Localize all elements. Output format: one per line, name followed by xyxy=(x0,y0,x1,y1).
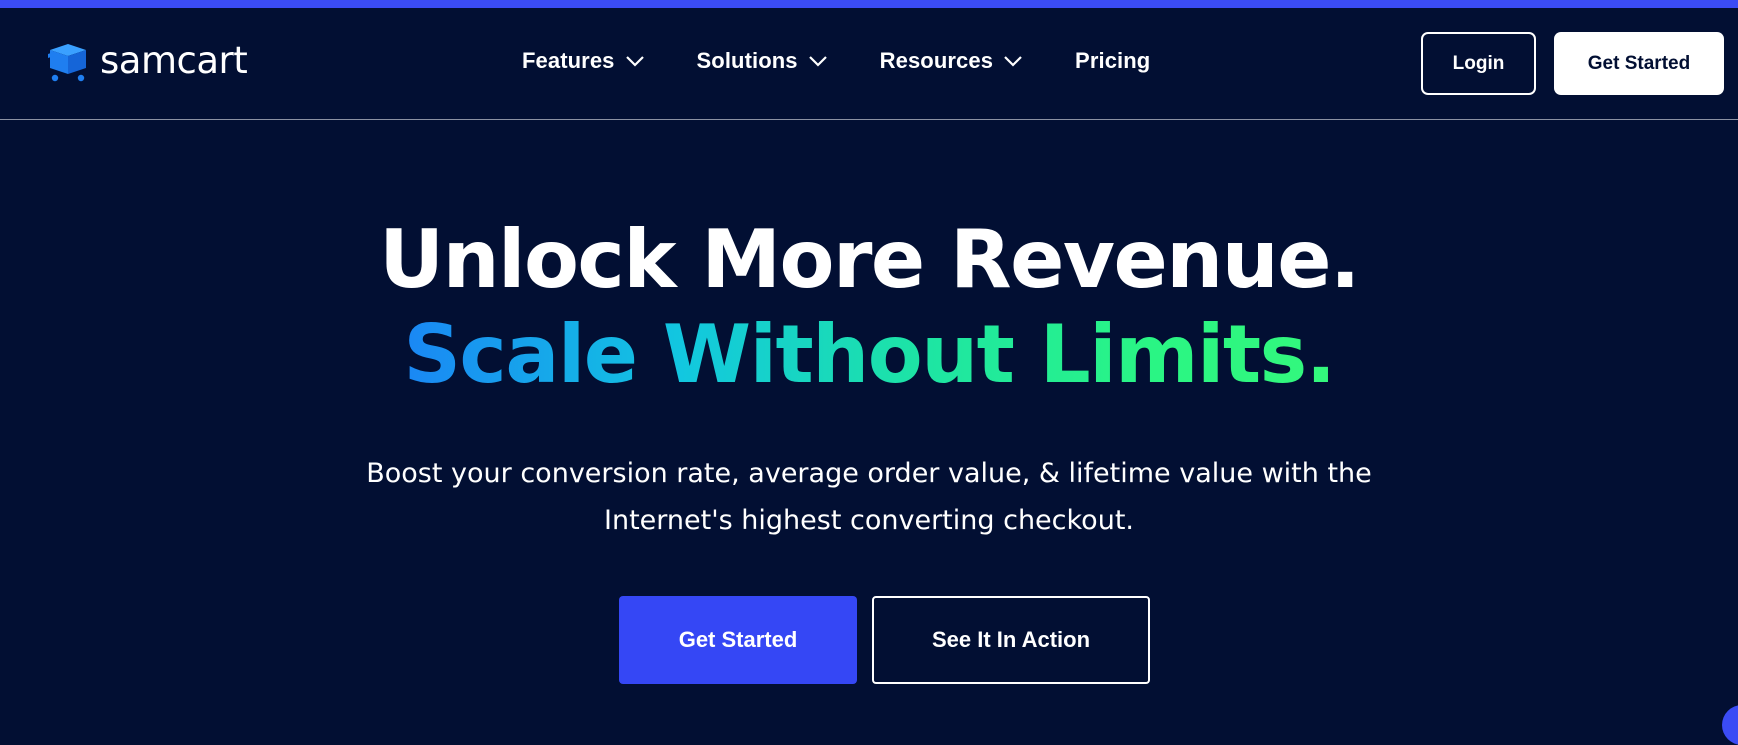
hero-headline-secondary-wrap: Scale Without Limits. xyxy=(0,315,1738,395)
hero-headline-primary: Unlock More Revenue. xyxy=(379,213,1360,306)
login-button[interactable]: Login xyxy=(1421,32,1536,95)
hero-get-started-button[interactable]: Get Started xyxy=(619,596,857,684)
nav-label-pricing: Pricing xyxy=(1075,48,1151,73)
chevron-down-icon xyxy=(808,55,828,67)
nav-item-resources[interactable]: Resources xyxy=(880,48,1023,74)
main-nav: Features Solutions Resources Pricing xyxy=(522,48,1150,74)
nav-get-started-button[interactable]: Get Started xyxy=(1554,32,1724,95)
nav-item-features[interactable]: Features xyxy=(522,48,645,74)
nav-label-solutions: Solutions xyxy=(696,48,798,73)
hero-subtext: Boost your conversion rate, average orde… xyxy=(366,458,1372,536)
nav-label-features: Features xyxy=(522,48,615,73)
chevron-down-icon xyxy=(625,55,645,67)
samcart-logo[interactable]: samcart xyxy=(46,38,248,84)
hero-headline-gradient: Scale Without Limits. xyxy=(399,315,1338,395)
top-accent-stripe xyxy=(0,0,1738,8)
top-navbar: samcart Features Solutions Resources Pri… xyxy=(0,8,1738,120)
chat-widget-button[interactable] xyxy=(1722,705,1738,745)
brand-name: samcart xyxy=(100,38,248,82)
cart-box-icon xyxy=(46,42,90,84)
chevron-down-icon xyxy=(1003,55,1023,67)
see-it-in-action-button[interactable]: See It In Action xyxy=(872,596,1150,684)
nav-label-resources: Resources xyxy=(879,48,994,73)
nav-item-pricing[interactable]: Pricing xyxy=(1075,48,1150,74)
nav-item-solutions[interactable]: Solutions xyxy=(697,48,828,74)
